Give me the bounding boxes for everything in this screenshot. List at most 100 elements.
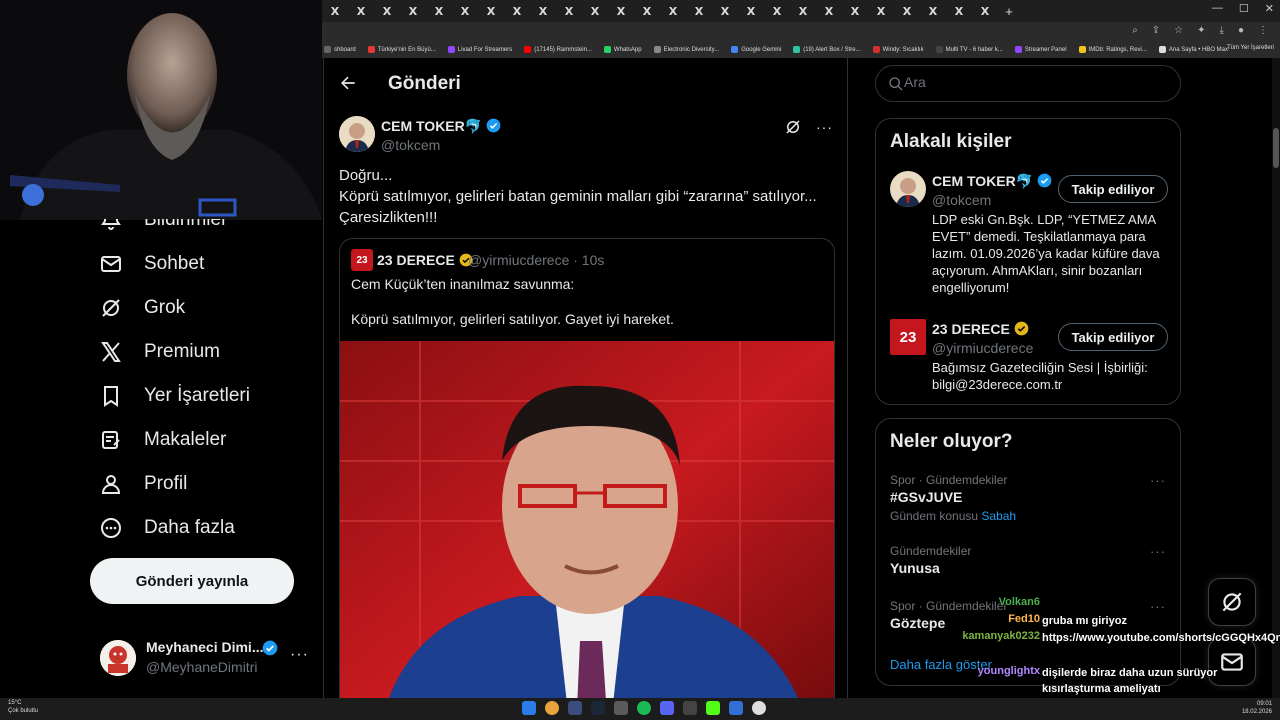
bookmark-item[interactable]: Electronic Diversity... (653, 46, 719, 53)
grok-icon[interactable] (784, 118, 802, 136)
browser-tab[interactable]: X (790, 2, 816, 20)
related-name[interactable]: CEM TOKER🐬 (932, 173, 1052, 190)
browser-tab[interactable]: X (426, 2, 452, 20)
browser-tab[interactable]: X (582, 2, 608, 20)
system-clock[interactable]: 09:01 18.02.2026 (1242, 700, 1272, 716)
app-icon[interactable] (568, 701, 582, 715)
share-icon[interactable]: ⇪ (1152, 25, 1160, 36)
author-handle[interactable]: @tokcem (381, 137, 440, 153)
browser-tab[interactable]: X (816, 2, 842, 20)
bookmark-item[interactable]: (17145) Rammstein... (524, 46, 592, 53)
bookmark-item[interactable]: (19) Alert Box / Stre... (793, 46, 861, 53)
sidebar-item-profil[interactable]: Profil (98, 471, 187, 497)
browser-tab[interactable]: X (556, 2, 582, 20)
profile-icon[interactable]: ● (1238, 25, 1244, 36)
bookmark-item[interactable]: Livad For Streamers (447, 46, 512, 53)
bookmark-item[interactable]: Türkiye'nin En Büyü... (367, 46, 436, 53)
app-icon[interactable] (683, 701, 697, 715)
back-arrow-icon[interactable] (338, 73, 358, 93)
browser-tab[interactable]: X (374, 2, 400, 20)
windows-start-icon[interactable] (522, 701, 536, 715)
new-tab-button[interactable]: + (998, 4, 1020, 19)
search-input[interactable] (904, 74, 1164, 90)
more-icon[interactable]: ··· (1150, 599, 1166, 614)
author-avatar[interactable] (339, 116, 375, 152)
browser-tab[interactable]: X (504, 2, 530, 20)
download-icon[interactable]: ⤓ (1220, 25, 1224, 36)
chrome-icon[interactable] (545, 701, 559, 715)
obs-icon[interactable] (752, 701, 766, 715)
trend-name[interactable]: #GSvJUVE (890, 489, 962, 505)
page-scrollbar[interactable] (1272, 58, 1280, 698)
browser-tab[interactable]: X (348, 2, 374, 20)
sidebar-item-grok[interactable]: Grok (98, 295, 185, 321)
browser-tab[interactable]: X (478, 2, 504, 20)
more-icon[interactable]: ··· (816, 119, 833, 135)
more-icon[interactable]: ··· (1150, 473, 1166, 488)
browser-tab[interactable]: X (608, 2, 634, 20)
maximize-icon[interactable]: ☐ (1239, 2, 1249, 15)
weather-widget[interactable]: 15°C Çok bulutlu (8, 699, 38, 715)
browser-tab[interactable]: X (686, 2, 712, 20)
author-name[interactable]: CEM TOKER🐬 (381, 118, 501, 135)
all-bookmarks[interactable]: Tüm Yer İşaretleri (1227, 45, 1274, 51)
quote-author-name: 23 DERECE (377, 252, 473, 268)
steam-icon[interactable] (591, 701, 605, 715)
related-name[interactable]: 23 DERECE (932, 321, 1029, 337)
sidebar-item-daha-fazla[interactable]: Daha fazla (98, 515, 235, 541)
more-icon[interactable]: ··· (290, 646, 309, 664)
sidebar-item-premium[interactable]: Premium (98, 339, 220, 365)
address-bar[interactable]: ⌕ ⇪ ☆ ✦ ⤓ ● ⋮ (322, 22, 1280, 41)
following-button[interactable]: Takip ediliyor (1058, 175, 1168, 203)
sidebar-item-makaleler[interactable]: Makaleler (98, 427, 226, 453)
bookmark-item[interactable]: Ana Sayfa • HBO Max (1158, 46, 1228, 53)
more-icon[interactable]: ··· (1150, 544, 1166, 559)
star-icon[interactable]: ☆ (1174, 25, 1183, 36)
bookmark-item[interactable]: shboard (324, 46, 356, 53)
related-avatar[interactable]: 23 (890, 319, 926, 355)
quote-media-image[interactable] (340, 341, 834, 720)
bookmark-item[interactable]: Streamer Panel (1014, 46, 1067, 53)
search-box[interactable] (875, 65, 1181, 102)
sidebar-item-yer-i-aretleri[interactable]: Yer İşaretleri (98, 383, 250, 409)
discord-icon[interactable] (660, 701, 674, 715)
browser-tab[interactable]: X (400, 2, 426, 20)
browser-tab[interactable]: X (868, 2, 894, 20)
browser-tab[interactable]: X (322, 2, 348, 20)
scrollbar-thumb[interactable] (1273, 128, 1279, 168)
browser-tab[interactable]: X (972, 2, 998, 20)
browser-tab[interactable]: X (894, 2, 920, 20)
app-icon[interactable] (729, 701, 743, 715)
close-icon[interactable]: ✕ (1265, 2, 1274, 15)
account-switcher[interactable]: Meyhaneci Dimi... @MeyhaneDimitri ··· (100, 636, 315, 680)
kick-icon[interactable] (706, 701, 720, 715)
trend-name[interactable]: Yunusa (890, 560, 940, 576)
app-icon[interactable] (614, 701, 628, 715)
bookmark-item[interactable]: IMDb: Ratings, Revi... (1078, 46, 1147, 53)
browser-tab[interactable]: X (530, 2, 556, 20)
browser-tab[interactable]: X (920, 2, 946, 20)
spotify-icon[interactable] (637, 701, 651, 715)
zoom-icon[interactable]: ⌕ (1132, 25, 1138, 36)
browser-tab[interactable]: X (946, 2, 972, 20)
bookmark-item[interactable]: Google Gemini (731, 46, 781, 53)
browser-tab[interactable]: X (712, 2, 738, 20)
browser-tab[interactable]: X (842, 2, 868, 20)
sidebar-item-sohbet[interactable]: Sohbet (98, 251, 204, 277)
related-avatar[interactable] (890, 171, 926, 207)
browser-tab[interactable]: X (738, 2, 764, 20)
quoted-post[interactable]: 23 23 DERECE @yirmiucderece · 10s Cem Kü… (339, 238, 835, 720)
extension-icon[interactable]: ✦ (1197, 25, 1205, 36)
browser-tab[interactable]: X (634, 2, 660, 20)
minimize-icon[interactable]: — (1212, 2, 1223, 15)
menu-icon[interactable]: ⋮ (1258, 25, 1268, 36)
following-button[interactable]: Takip ediliyor (1058, 323, 1168, 351)
browser-tab[interactable]: X (660, 2, 686, 20)
trend-meta-link[interactable]: Sabah (981, 509, 1016, 523)
bookmark-item[interactable]: Multi TV - 6 haber k... (935, 46, 1003, 53)
bookmark-item[interactable]: Windy: Sıcaklık (872, 46, 924, 53)
post-button[interactable]: Gönderi yayınla (90, 558, 294, 604)
bookmark-item[interactable]: WhatsApp (603, 46, 642, 53)
browser-tab[interactable]: X (764, 2, 790, 20)
browser-tab[interactable]: X (452, 2, 478, 20)
